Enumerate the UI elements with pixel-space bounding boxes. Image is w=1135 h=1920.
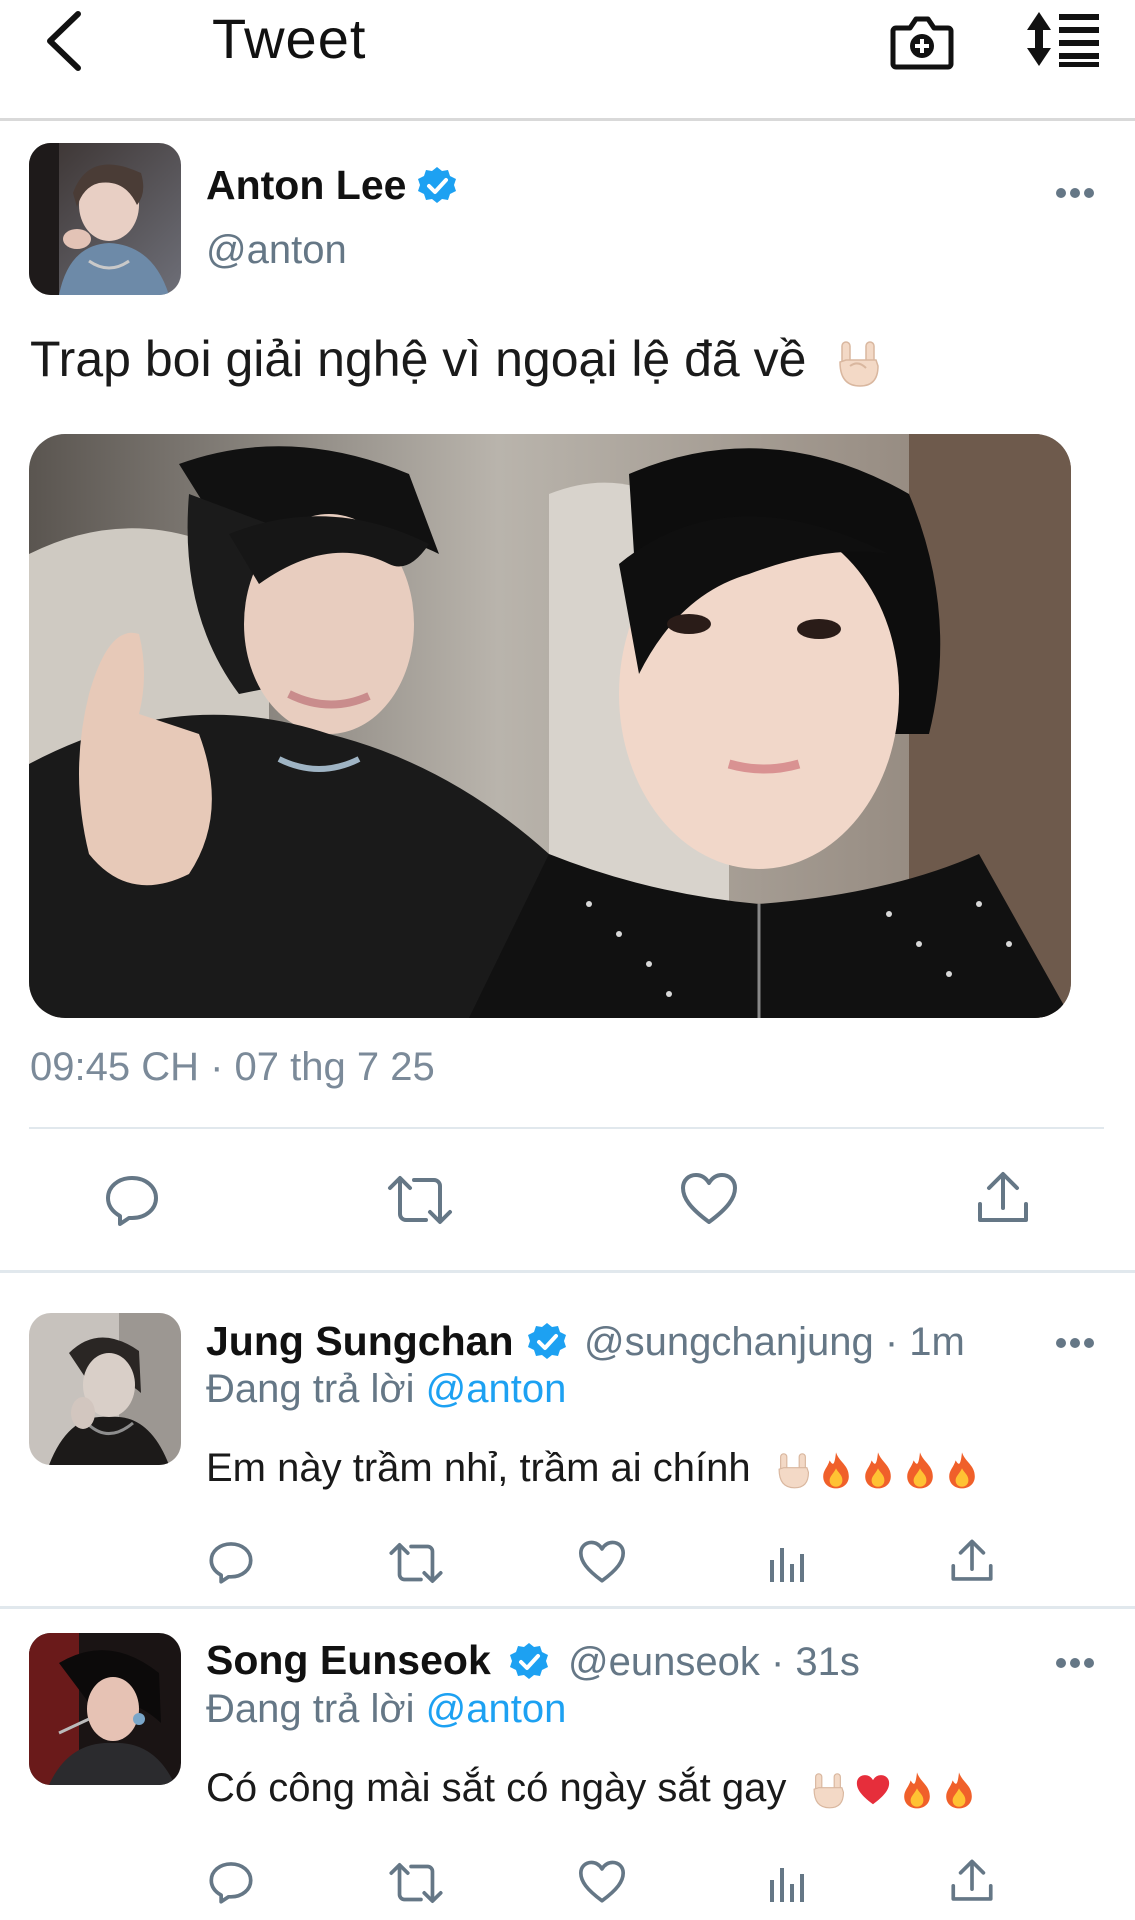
reply-avatar-jung-sungchan[interactable] (29, 1313, 181, 1465)
share-icon[interactable] (950, 1538, 994, 1584)
reply-icon[interactable] (104, 1172, 160, 1228)
red-heart-emoji-icon (855, 1773, 891, 1807)
fire-emoji-icon (901, 1770, 933, 1810)
reply-text-content: Có công mài sắt có ngày sắt gay (206, 1766, 787, 1810)
reply-avatar-song-eunseok[interactable] (29, 1633, 181, 1785)
reply-author-name[interactable]: Song Eunseok (206, 1637, 491, 1683)
like-heart-icon[interactable] (578, 1540, 626, 1584)
reply-header: Song Eunseok (206, 1637, 491, 1684)
replying-to-line: Đang trả lời @anton (206, 1367, 566, 1412)
share-icon[interactable] (950, 1858, 994, 1904)
reply-author-name[interactable]: Jung Sungchan (206, 1318, 514, 1364)
author-name[interactable]: Anton Lee (206, 162, 406, 209)
more-options-icon[interactable] (1055, 1656, 1095, 1670)
verified-badge-icon (510, 1643, 548, 1679)
replying-to-mention[interactable]: @anton (426, 1687, 567, 1731)
reply-divider (0, 1606, 1135, 1609)
share-icon[interactable] (976, 1170, 1030, 1226)
reply-text: Có công mài sắt có ngày sắt gay (206, 1766, 975, 1811)
verified-badge-icon (418, 167, 456, 203)
rock-hand-emoji-icon (839, 341, 880, 387)
more-options-icon[interactable] (1055, 186, 1095, 200)
sort-icon[interactable] (1025, 10, 1101, 68)
rock-hand-emoji-icon (811, 1770, 845, 1810)
fire-emoji-icon (904, 1450, 936, 1490)
like-heart-icon[interactable] (680, 1172, 738, 1226)
more-options-icon[interactable] (1055, 1336, 1095, 1350)
fire-emoji-icon (946, 1450, 978, 1490)
retweet-icon[interactable] (388, 1541, 444, 1585)
retweet-icon[interactable] (386, 1174, 454, 1226)
timestamp-divider (29, 1127, 1104, 1129)
replying-to-prefix: Đang trả lời (206, 1367, 415, 1411)
tweet-photo[interactable] (29, 434, 1071, 1018)
analytics-icon[interactable] (768, 1860, 808, 1904)
replying-to-prefix: Đang trả lời (206, 1687, 415, 1731)
reply-handle-time[interactable]: @eunseok · 31s (568, 1640, 860, 1685)
analytics-icon[interactable] (768, 1540, 808, 1584)
replying-to-line: Đang trả lời @anton (206, 1687, 566, 1732)
top-bar: Tweet (0, 0, 1135, 121)
replying-to-mention[interactable]: @anton (426, 1367, 567, 1411)
back-arrow-icon[interactable] (40, 6, 90, 76)
author-handle[interactable]: @anton (206, 228, 347, 273)
camera-add-icon[interactable] (890, 10, 954, 72)
header-divider (0, 118, 1135, 121)
main-tweet-divider (0, 1270, 1135, 1273)
reply-icon[interactable] (208, 1539, 254, 1585)
fire-emoji-icon (862, 1450, 894, 1490)
reply-text-content: Em này trầm nhỉ, trầm ai chính (206, 1446, 751, 1490)
tweet-timestamp[interactable]: 09:45 CH · 07 thg 7 25 (30, 1045, 435, 1090)
reply-handle-time[interactable]: @sungchanjung · 1m (584, 1320, 965, 1365)
fire-emoji-icon (943, 1770, 975, 1810)
reply-icon[interactable] (208, 1859, 254, 1905)
retweet-icon[interactable] (388, 1861, 444, 1905)
rock-hand-emoji-icon (776, 1450, 810, 1490)
reply-header: Jung Sungchan (206, 1318, 514, 1365)
like-heart-icon[interactable] (578, 1860, 626, 1904)
page-title: Tweet (212, 7, 367, 70)
fire-emoji-icon (820, 1450, 852, 1490)
author-avatar[interactable] (29, 143, 181, 295)
verified-badge-icon (528, 1323, 566, 1359)
reply-text: Em này trầm nhỉ, trầm ai chính (206, 1446, 978, 1491)
tweet-text: Trap boi giải nghệ vì ngoại lệ đã về (30, 330, 880, 388)
tweet-text-content: Trap boi giải nghệ vì ngoại lệ đã về (30, 331, 807, 387)
